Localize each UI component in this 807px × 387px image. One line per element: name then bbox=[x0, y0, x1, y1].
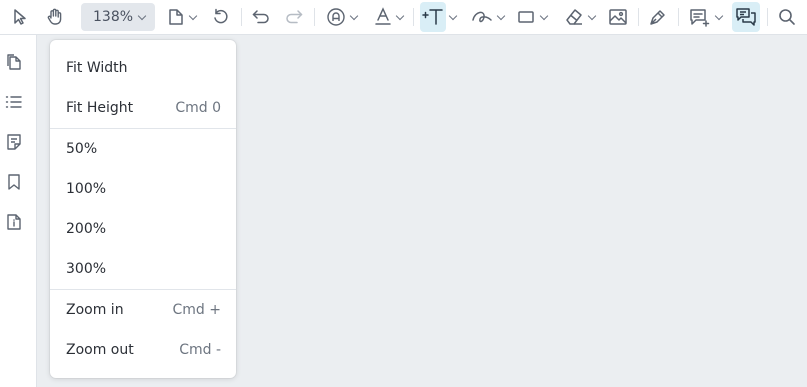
menu-item-label: 200% bbox=[66, 221, 107, 237]
chevron-down-icon bbox=[539, 11, 549, 20]
ink-icon bbox=[471, 11, 492, 23]
document-icon bbox=[169, 9, 183, 25]
undo-button[interactable] bbox=[249, 2, 273, 32]
eraser-tool-button[interactable] bbox=[560, 2, 598, 32]
toolbar-separator bbox=[241, 8, 242, 26]
zoom-menu-item-zoom-in[interactable]: Zoom in Cmd + bbox=[50, 290, 236, 330]
zoom-menu-item-50[interactable]: 50% bbox=[50, 129, 236, 169]
signature-tool-button[interactable] bbox=[646, 2, 670, 32]
shape-tool-button[interactable] bbox=[514, 2, 550, 32]
menu-item-shortcut: Cmd + bbox=[172, 302, 221, 318]
chevron-down-icon bbox=[448, 11, 458, 20]
left-sidebar bbox=[0, 35, 37, 387]
menu-item-label: 300% bbox=[66, 261, 107, 277]
chevron-down-icon bbox=[496, 11, 505, 20]
undo-icon bbox=[252, 10, 269, 24]
chevron-down-icon bbox=[137, 11, 147, 20]
comment-add-icon bbox=[689, 9, 709, 27]
text-color-tool-button[interactable] bbox=[370, 2, 406, 32]
notes-icon bbox=[7, 134, 21, 150]
add-text-options-button[interactable] bbox=[447, 2, 459, 32]
zoom-menu-item-200[interactable]: 200% bbox=[50, 209, 236, 249]
chevron-down-icon bbox=[587, 11, 596, 20]
search-icon bbox=[779, 9, 795, 25]
eraser-icon bbox=[565, 9, 582, 25]
zoom-menu-item-fit-height[interactable]: Fit Height Cmd 0 bbox=[50, 88, 236, 128]
info-document-icon bbox=[7, 214, 21, 230]
bookmark-icon bbox=[8, 174, 20, 190]
menu-item-label: Zoom in bbox=[66, 302, 124, 318]
add-text-tool-button[interactable] bbox=[420, 2, 446, 32]
zoom-menu-item-100[interactable]: 100% bbox=[50, 169, 236, 209]
rotate-button[interactable] bbox=[209, 2, 233, 32]
pan-tool-button[interactable] bbox=[42, 2, 68, 32]
stamp-icon bbox=[326, 8, 345, 26]
menu-item-label: Fit Height bbox=[66, 100, 134, 116]
stamp-tool-button[interactable] bbox=[322, 2, 360, 32]
cursor-arrow-icon bbox=[14, 9, 26, 25]
sidebar-item-outline[interactable] bbox=[4, 92, 24, 112]
menu-item-shortcut: Cmd 0 bbox=[175, 100, 221, 116]
pen-icon bbox=[650, 10, 665, 25]
sidebar-item-annotations[interactable] bbox=[4, 132, 24, 152]
toolbar-separator bbox=[413, 8, 414, 26]
text-color-icon bbox=[374, 7, 391, 25]
sidebar-item-document-info[interactable] bbox=[4, 212, 24, 232]
rotate-icon bbox=[214, 8, 228, 24]
toolbar-separator bbox=[678, 8, 679, 26]
sidebar-item-thumbnails[interactable] bbox=[4, 52, 24, 72]
image-tool-button[interactable] bbox=[606, 2, 630, 32]
search-button[interactable] bbox=[775, 2, 799, 32]
toolbar-separator bbox=[314, 8, 315, 26]
image-icon bbox=[609, 9, 627, 25]
chevron-down-icon bbox=[714, 11, 723, 20]
zoom-dropdown[interactable]: 138% bbox=[81, 3, 155, 31]
toolbar-separator bbox=[767, 8, 768, 26]
comments-icon bbox=[736, 8, 756, 26]
hand-icon bbox=[47, 8, 62, 25]
zoom-menu: Fit Width Fit Height Cmd 0 50% 100% 200%… bbox=[50, 40, 236, 378]
comments-panel-button[interactable] bbox=[732, 2, 760, 32]
menu-item-shortcut: Cmd - bbox=[179, 342, 221, 358]
list-icon bbox=[5, 96, 22, 108]
sidebar-item-bookmarks[interactable] bbox=[4, 172, 24, 192]
pages-icon bbox=[7, 54, 21, 70]
toolbar: 138% bbox=[0, 0, 807, 35]
toolbar-separator bbox=[638, 8, 639, 26]
page-menu-button[interactable] bbox=[164, 2, 200, 32]
chevron-down-icon bbox=[349, 11, 358, 20]
chevron-down-icon bbox=[395, 11, 404, 20]
zoom-value: 138% bbox=[93, 9, 134, 25]
rectangle-icon bbox=[518, 11, 534, 23]
menu-item-label: Zoom out bbox=[66, 342, 134, 358]
add-text-icon bbox=[422, 9, 443, 25]
menu-item-label: 100% bbox=[66, 181, 107, 197]
menu-item-label: Fit Width bbox=[66, 60, 128, 76]
zoom-menu-item-300[interactable]: 300% bbox=[50, 249, 236, 289]
select-tool-button[interactable] bbox=[8, 2, 32, 32]
zoom-menu-item-fit-width[interactable]: Fit Width bbox=[50, 48, 236, 88]
comment-tool-button[interactable] bbox=[686, 2, 724, 32]
ink-tool-button[interactable] bbox=[468, 2, 506, 32]
redo-button[interactable] bbox=[282, 2, 306, 32]
menu-item-label: 50% bbox=[66, 141, 98, 157]
redo-icon bbox=[286, 10, 303, 24]
chevron-down-icon bbox=[188, 11, 198, 20]
zoom-menu-item-zoom-out[interactable]: Zoom out Cmd - bbox=[50, 330, 236, 370]
